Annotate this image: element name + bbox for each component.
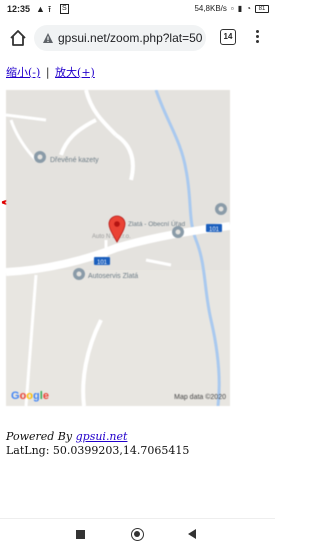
url-text[interactable]: gpsui.net/zoom.php?lat=50.0 — [58, 31, 202, 45]
zoom-in-link[interactable]: 放大(+) — [55, 66, 95, 79]
status-right: 54,8KB/s ▫ ▮ ◔ 81 — [194, 4, 269, 13]
more-menu-icon[interactable] — [250, 29, 264, 47]
browser-toolbar: gpsui.net/zoom.php?lat=50.0 14 — [0, 20, 275, 56]
map-view[interactable]: 101 101 Dřevěné kazety Zlatá - Obecní Úř… — [6, 90, 230, 406]
net-speed: 54,8KB/s — [194, 4, 227, 13]
status-time: 12:35 — [7, 4, 31, 14]
latlng-readout: LatLng: 50.0399203,14.7065415 — [6, 444, 190, 457]
home-icon[interactable] — [8, 28, 28, 48]
tab-switcher-button[interactable]: 14 — [220, 29, 236, 45]
zoom-separator: | — [45, 66, 50, 79]
road-label-left: 101 — [97, 260, 108, 266]
system-nav-bar — [0, 518, 275, 550]
poi-pin-icon[interactable] — [215, 203, 227, 215]
upload-icon: ⭱ — [48, 4, 52, 14]
poi-label-3[interactable]: Autoservis Zlatá — [88, 273, 138, 280]
poi-pin-icon[interactable] — [172, 226, 184, 238]
map-attribution[interactable]: Map data ©2020 — [174, 394, 226, 401]
recents-button[interactable] — [76, 530, 85, 539]
battery-icon: 81 — [255, 4, 269, 13]
warning-icon: ▲ — [36, 4, 45, 14]
poi-pin-icon[interactable] — [73, 268, 85, 280]
sim-icon: ▫ — [230, 4, 234, 13]
not-secure-icon[interactable] — [42, 32, 54, 44]
home-nav-button[interactable] — [131, 528, 144, 541]
wifi-icon: ◔ — [246, 4, 251, 13]
address-bar[interactable]: gpsui.net/zoom.php?lat=50.0 — [34, 25, 206, 51]
signal-icon: ▮ — [237, 4, 243, 13]
road-label-right: 101 — [209, 227, 220, 233]
powered-by: Powered By gpsui.net — [6, 430, 127, 443]
app-notification-icon: S — [60, 4, 69, 14]
status-bar: 12:35 ▲ ⭱ S 54,8KB/s ▫ ▮ ◔ 81 — [0, 0, 275, 20]
back-nav-button[interactable] — [188, 529, 196, 539]
map-canvas[interactable]: 101 101 Dřevěné kazety Zlatá - Obecní Úř… — [6, 90, 230, 406]
gpsui-link[interactable]: gpsui.net — [76, 430, 128, 443]
zoom-out-link[interactable]: 缩小(-) — [6, 66, 40, 79]
powered-prefix: Powered By — [6, 430, 76, 443]
google-logo: Google — [11, 390, 49, 402]
zoom-controls: 缩小(-) | 放大(+) — [6, 64, 95, 80]
marker-label: Auto N S s.r.o. — [92, 234, 131, 240]
poi-pin-icon[interactable] — [34, 151, 46, 163]
poi-label-1[interactable]: Dřevěné kazety — [50, 157, 99, 164]
